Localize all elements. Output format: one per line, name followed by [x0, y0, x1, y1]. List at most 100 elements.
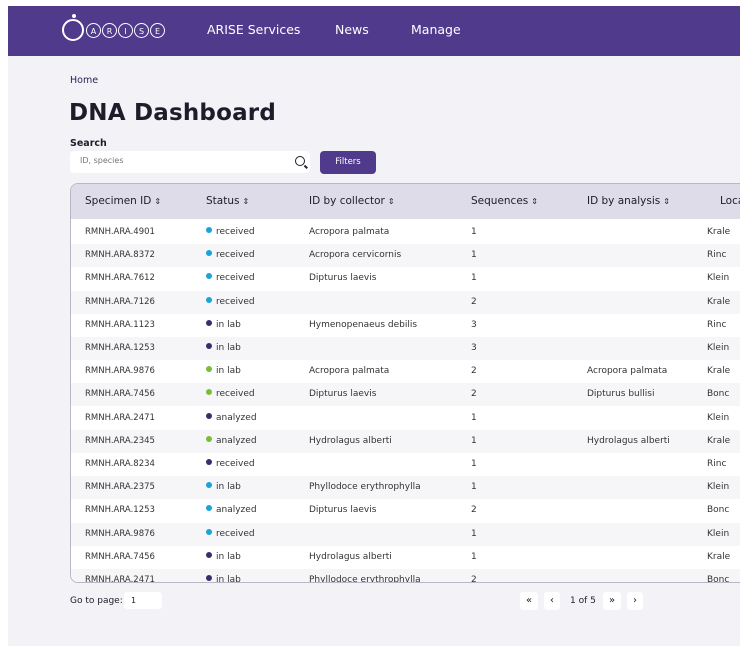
status-dot-icon [206, 482, 212, 489]
next-page-icon[interactable]: › [627, 592, 643, 610]
id-by-collector-cell: Phyllodoce erythrophylla [309, 482, 421, 493]
status-text: analyzed [216, 435, 257, 446]
location-cell: Krale [707, 227, 731, 237]
specimen-id-cell: RMNH.ARA.9876 [85, 528, 155, 539]
status-dot-icon [206, 459, 212, 465]
location-cell: Klein [707, 482, 730, 493]
id-by-collector-cell: Phyllodoce erythrophylla [309, 575, 421, 583]
sequences-cell: 1 [471, 250, 477, 261]
search-box[interactable] [70, 151, 310, 173]
status-cell: analyzed [206, 435, 257, 446]
status-dot-icon [206, 435, 212, 442]
page-indicator: 1 of 5 [570, 596, 596, 606]
sequences-cell: 1 [471, 435, 477, 446]
table-row[interactable]: RMNH.ARA.2471 in lab Phyllodoce erythrophy… [71, 569, 740, 583]
table-row[interactable]: RMNH.ARA.7612 received Dipturus laevis 1 Kle… [71, 267, 740, 290]
status-dot-icon [206, 575, 212, 581]
table-row[interactable]: RMNH.ARA.2471 analyzed 1 Klein [71, 407, 740, 430]
table-row[interactable]: RMNH.ARA.1253 analyzed Dipturus laevis 2 Bon… [71, 499, 740, 522]
status-text: received [216, 250, 255, 261]
nav-news[interactable]: News [335, 22, 369, 37]
specimen-id-cell: RMNH.ARA.1253 [85, 343, 155, 353]
status-dot-icon [206, 273, 212, 280]
sequences-cell: 2 [471, 389, 477, 400]
status-text: in lab [216, 319, 241, 330]
status-cell: analyzed [206, 505, 257, 515]
sort-icon[interactable]: ⇕ [531, 197, 538, 206]
status-text: analyzed [216, 505, 257, 516]
column-header-location[interactable]: Loca [720, 195, 740, 207]
search-icon[interactable] [295, 156, 305, 166]
specimen-id-cell: RMNH.ARA.4901 [85, 227, 155, 237]
specimen-id-cell: RMNH.ARA.7456 [85, 389, 155, 400]
status-text: received [216, 227, 255, 237]
location-cell: Rinc [707, 319, 727, 330]
table-row[interactable]: RMNH.ARA.2345 analyzed Hydrolagus alberti 1… [71, 429, 740, 453]
column-header-status[interactable]: Status ⇕ [206, 195, 249, 207]
status-cell: received [206, 273, 255, 283]
specimen-table: Specimen ID ⇕ Status ⇕ ID by collector ⇕ Se… [70, 183, 740, 583]
column-header-id-by-collector[interactable]: ID by collector ⇕ [309, 195, 395, 207]
table-row[interactable]: RMNH.ARA.1123 in lab Hymenopenaeus debilis… [71, 314, 740, 337]
logo-letter: I [118, 22, 133, 38]
table-header: Specimen ID ⇕ Status ⇕ ID by collector ⇕ Se… [71, 184, 740, 219]
nav-arise-services[interactable]: ARISE Services [207, 22, 300, 37]
table-row[interactable]: RMNH.ARA.1253 in lab 3 Klein [71, 337, 740, 360]
location-cell: Krale [707, 366, 731, 377]
sort-icon[interactable]: ⇕ [242, 197, 249, 206]
breadcrumb-home[interactable]: Home [70, 75, 98, 86]
table-row[interactable]: RMNH.ARA.8234 received 1 Rinc [71, 453, 740, 476]
column-header-sequences[interactable]: Sequences ⇕ [471, 195, 538, 207]
location-cell: Rinc [707, 459, 727, 469]
goto-page-label: Go to page: [70, 596, 123, 606]
sort-icon[interactable]: ⇕ [388, 197, 395, 206]
arise-logo[interactable]: A R I S E [62, 14, 165, 41]
table-row[interactable]: RMNH.ARA.4901 received Acropora palmata 1 Kr… [71, 221, 740, 244]
specimen-id-cell: RMNH.ARA.2375 [85, 482, 155, 493]
first-page-icon[interactable]: « [520, 592, 538, 610]
column-header-label: ID by analysis [587, 195, 661, 207]
previous-page-icon[interactable]: ‹ [544, 592, 560, 610]
filters-button[interactable]: Filters [320, 151, 376, 174]
sequences-cell: 1 [471, 273, 477, 284]
table-row[interactable]: RMNH.ARA.7126 received 2 Krale [71, 290, 740, 314]
status-dot-icon [206, 412, 212, 419]
status-dot-icon [206, 366, 212, 373]
status-cell: received [206, 250, 255, 260]
sequences-cell: 2 [471, 296, 477, 307]
id-by-analysis-cell: Acropora palmata [587, 366, 668, 377]
table-row[interactable]: RMNH.ARA.9876 received 1 Klein [71, 522, 740, 546]
sort-icon[interactable]: ⇕ [154, 197, 161, 206]
table-row[interactable]: RMNH.ARA.8372 received Acropora cervicorni… [71, 244, 740, 268]
column-header-specimen-id[interactable]: Specimen ID ⇕ [85, 195, 161, 207]
id-by-collector-cell: Hydrolagus alberti [309, 435, 392, 446]
location-cell: Bonc [707, 389, 730, 400]
last-page-icon[interactable]: » [603, 592, 621, 610]
table-row[interactable]: RMNH.ARA.7456 received Dipturus laevis 2 Dip… [71, 383, 740, 407]
table-row[interactable]: RMNH.ARA.7456 in lab Hydrolagus alberti 1 Kr… [71, 546, 740, 569]
status-dot-icon [206, 250, 212, 257]
location-cell: Krale [707, 551, 731, 562]
column-header-id-by-analysis[interactable]: ID by analysis ⇕ [587, 195, 670, 207]
location-cell: Klein [707, 343, 730, 353]
status-dot-icon [206, 551, 212, 558]
location-cell: Krale [707, 296, 731, 307]
status-cell: in lab [206, 319, 241, 330]
status-text: in lab [216, 575, 241, 583]
goto-page-input[interactable]: 1 [124, 592, 162, 609]
location-cell: Klein [707, 412, 730, 423]
search-input[interactable] [80, 156, 280, 165]
column-header-label: Sequences [471, 195, 529, 207]
nav-manage[interactable]: Manage [411, 22, 461, 37]
sort-icon[interactable]: ⇕ [663, 197, 670, 206]
logo-letter: E [150, 22, 165, 38]
table-row[interactable]: RMNH.ARA.2375 in lab Phyllodoce erythrophy… [71, 476, 740, 500]
status-text: received [216, 528, 255, 539]
table-row[interactable]: RMNH.ARA.9876 in lab Acropora palmata 2 Acro… [71, 360, 740, 383]
status-dot-icon [206, 528, 212, 535]
status-text: received [216, 273, 255, 284]
status-cell: received [206, 528, 255, 539]
sequences-cell: 2 [471, 505, 477, 516]
page-title: DNA Dashboard [69, 100, 277, 126]
location-cell: Klein [707, 273, 730, 284]
